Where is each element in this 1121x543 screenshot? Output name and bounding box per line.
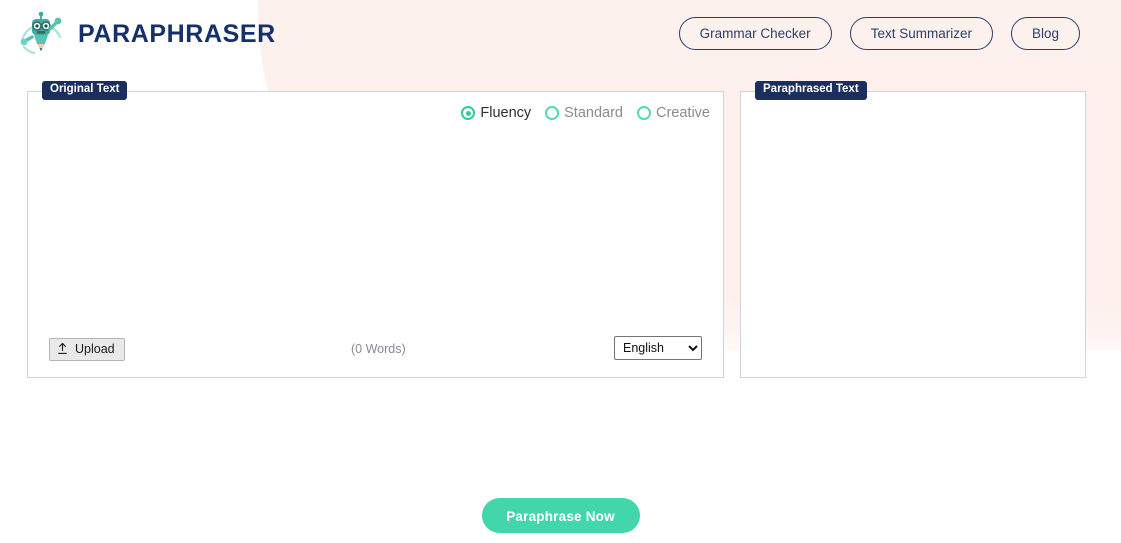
main-nav: Grammar Checker Text Summarizer Blog [678, 17, 1080, 50]
paraphrase-now-button[interactable]: Paraphrase Now [481, 498, 640, 533]
mode-selector: Fluency Standard Creative [461, 105, 710, 121]
original-text-toolbar: Upload (0 Words) English [28, 331, 723, 377]
radio-fluency-icon[interactable] [461, 106, 476, 120]
mode-label-creative: Creative [656, 105, 710, 121]
upload-arrow-icon [57, 342, 68, 358]
radio-standard-icon[interactable] [545, 106, 560, 120]
paraphrased-text-output[interactable] [741, 98, 1085, 373]
mode-option-standard[interactable]: Standard [545, 105, 623, 121]
mode-option-creative[interactable]: Creative [637, 105, 710, 121]
brand-title: PARAPHRASER [78, 19, 276, 48]
mode-option-fluency[interactable]: Fluency [461, 105, 531, 121]
word-count: (0 Words) [351, 342, 406, 356]
nav-text-summarizer[interactable]: Text Summarizer [849, 17, 993, 50]
mode-label-fluency: Fluency [480, 105, 532, 121]
nav-blog[interactable]: Blog [1010, 17, 1080, 50]
page-header: PARAPHRASER Grammar Checker Text Summari… [0, 0, 1121, 66]
paraphrased-text-label: Paraphrased Text [755, 81, 867, 100]
original-text-label: Original Text [42, 81, 128, 100]
editor-area: Original Text Fluency Standard Creative [0, 81, 1121, 380]
radio-creative-icon[interactable] [637, 106, 651, 120]
original-text-input[interactable] [28, 132, 723, 337]
language-select[interactable]: English [614, 336, 702, 360]
paraphrased-text-panel: Paraphrased Text [740, 81, 1086, 378]
cta-container: Paraphrase Now [0, 498, 1121, 533]
robot-pencil-mascot-icon [14, 7, 68, 61]
upload-button-label: Upload [75, 342, 115, 357]
original-text-panel: Original Text Fluency Standard Creative [27, 81, 724, 378]
nav-grammar-checker[interactable]: Grammar Checker [678, 17, 832, 50]
upload-button[interactable]: Upload [49, 338, 125, 361]
brand-logo[interactable]: PARAPHRASER [14, 7, 276, 61]
mode-label-standard: Standard [564, 105, 623, 121]
